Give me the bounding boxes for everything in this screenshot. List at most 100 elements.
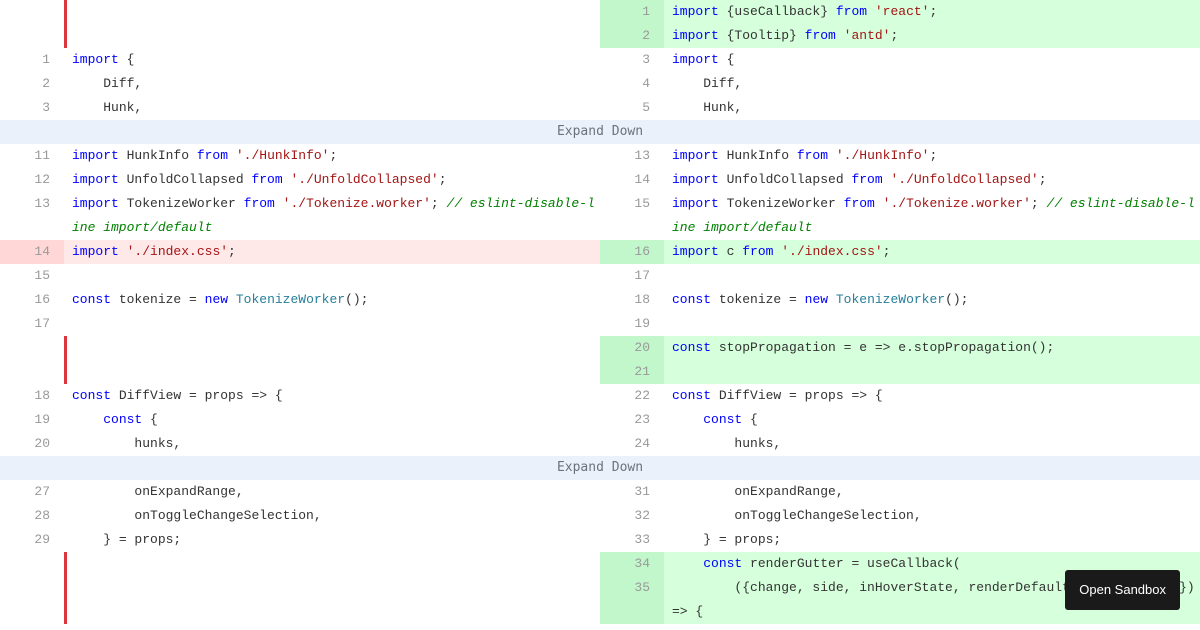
code-line[interactable]: Hunk, — [664, 96, 1200, 120]
code-line[interactable]: import UnfoldCollapsed from './UnfoldCol… — [64, 168, 600, 192]
line-number-gutter[interactable]: 4 — [600, 72, 664, 96]
line-number-gutter[interactable]: 24 — [600, 432, 664, 456]
line-number-gutter[interactable]: 20 — [0, 432, 64, 456]
code-line[interactable]: import {useCallback} from 'react'; — [664, 0, 1200, 24]
diff-row: 13import TokenizeWorker from './Tokenize… — [0, 192, 1200, 240]
line-number-gutter[interactable] — [0, 360, 64, 384]
code-line[interactable] — [64, 312, 600, 336]
new-side: 16import c from './index.css'; — [600, 240, 1200, 264]
line-number-gutter[interactable]: 17 — [0, 312, 64, 336]
code-line[interactable]: import { — [664, 48, 1200, 72]
line-number-gutter[interactable]: 17 — [600, 264, 664, 288]
new-side: 5 Hunk, — [600, 96, 1200, 120]
line-number-gutter[interactable] — [0, 24, 64, 48]
line-number-gutter[interactable]: 18 — [0, 384, 64, 408]
line-number-gutter[interactable]: 1 — [0, 48, 64, 72]
expand-down-button[interactable]: Expand Down — [0, 120, 1200, 144]
line-number-gutter[interactable]: 22 — [600, 384, 664, 408]
line-number-gutter[interactable]: 23 — [600, 408, 664, 432]
line-number-gutter[interactable]: 14 — [0, 240, 64, 264]
code-line[interactable]: const stopPropagation = e => e.stopPropa… — [664, 336, 1200, 360]
line-number-gutter[interactable] — [0, 336, 64, 360]
line-number-gutter[interactable]: 1 — [600, 0, 664, 24]
line-number-gutter[interactable]: 33 — [600, 528, 664, 552]
code-line[interactable] — [64, 24, 600, 48]
code-line[interactable]: import {Tooltip} from 'antd'; — [664, 24, 1200, 48]
code-line[interactable]: import HunkInfo from './HunkInfo'; — [664, 144, 1200, 168]
line-number-gutter[interactable]: 21 — [600, 360, 664, 384]
line-number-gutter[interactable]: 11 — [0, 144, 64, 168]
code-line[interactable]: const { — [664, 408, 1200, 432]
line-number-gutter[interactable]: 16 — [600, 240, 664, 264]
open-sandbox-button[interactable]: Open Sandbox — [1065, 570, 1180, 610]
code-line[interactable]: const { — [64, 408, 600, 432]
line-number-gutter[interactable]: 19 — [0, 408, 64, 432]
code-line[interactable]: onToggleChangeSelection, — [664, 504, 1200, 528]
code-line[interactable]: const DiffView = props => { — [664, 384, 1200, 408]
code-line[interactable]: hunks, — [64, 432, 600, 456]
line-number-gutter[interactable]: 13 — [0, 192, 64, 240]
line-number-gutter[interactable]: 13 — [600, 144, 664, 168]
code-line[interactable] — [664, 312, 1200, 336]
line-number-gutter[interactable]: 5 — [600, 96, 664, 120]
diff-row: 11import HunkInfo from './HunkInfo';13im… — [0, 144, 1200, 168]
code-line[interactable]: Hunk, — [64, 96, 600, 120]
line-number-gutter[interactable]: 12 — [0, 168, 64, 192]
line-number-gutter[interactable]: 2 — [0, 72, 64, 96]
old-side: 27 onExpandRange, — [0, 480, 600, 504]
diff-row: 29 } = props;33 } = props; — [0, 528, 1200, 552]
line-number-gutter[interactable]: 34 — [600, 552, 664, 576]
code-line[interactable]: import TokenizeWorker from './Tokenize.w… — [664, 192, 1200, 240]
line-number-gutter[interactable]: 28 — [0, 504, 64, 528]
code-line[interactable]: hunks, — [664, 432, 1200, 456]
line-number-gutter[interactable]: 18 — [600, 288, 664, 312]
line-number-gutter[interactable]: 19 — [600, 312, 664, 336]
code-line[interactable]: import TokenizeWorker from './Tokenize.w… — [64, 192, 600, 240]
line-number-gutter[interactable] — [0, 0, 64, 24]
line-number-gutter[interactable]: 3 — [600, 48, 664, 72]
line-number-gutter[interactable]: 31 — [600, 480, 664, 504]
expand-down-button[interactable]: Expand Down — [0, 456, 1200, 480]
line-number-gutter[interactable]: 14 — [600, 168, 664, 192]
code-line[interactable]: onExpandRange, — [64, 480, 600, 504]
line-number-gutter[interactable]: 15 — [0, 264, 64, 288]
code-line[interactable] — [64, 336, 600, 360]
code-line[interactable] — [64, 360, 600, 384]
code-line[interactable]: onToggleChangeSelection, — [64, 504, 600, 528]
line-number-gutter[interactable]: 32 — [600, 504, 664, 528]
code-line[interactable] — [664, 264, 1200, 288]
code-line[interactable]: import HunkInfo from './HunkInfo'; — [64, 144, 600, 168]
line-number-gutter[interactable]: 15 — [600, 192, 664, 240]
code-line[interactable]: onExpandRange, — [664, 480, 1200, 504]
code-line[interactable] — [64, 576, 600, 624]
line-number-gutter[interactable]: 2 — [600, 24, 664, 48]
code-line[interactable]: import c from './index.css'; — [664, 240, 1200, 264]
diff-row: 34 const renderGutter = useCallback( — [0, 552, 1200, 576]
code-line[interactable] — [64, 264, 600, 288]
code-line[interactable]: Diff, — [664, 72, 1200, 96]
code-line[interactable]: } = props; — [664, 528, 1200, 552]
code-line[interactable]: const tokenize = new TokenizeWorker(); — [64, 288, 600, 312]
diff-row: 2 Diff,4 Diff, — [0, 72, 1200, 96]
line-number-gutter[interactable] — [0, 576, 64, 624]
line-number-gutter[interactable]: 27 — [0, 480, 64, 504]
line-number-gutter[interactable]: 20 — [600, 336, 664, 360]
new-side: 19 — [600, 312, 1200, 336]
line-number-gutter[interactable]: 29 — [0, 528, 64, 552]
code-line[interactable] — [64, 0, 600, 24]
diff-view: 1import {useCallback} from 'react';2impo… — [0, 0, 1200, 624]
code-line[interactable]: import UnfoldCollapsed from './UnfoldCol… — [664, 168, 1200, 192]
code-line[interactable] — [664, 360, 1200, 384]
line-number-gutter[interactable]: 35 — [600, 576, 664, 624]
code-line[interactable]: Diff, — [64, 72, 600, 96]
code-line[interactable]: } = props; — [64, 528, 600, 552]
line-number-gutter[interactable] — [0, 552, 64, 576]
line-number-gutter[interactable]: 3 — [0, 96, 64, 120]
code-line[interactable]: import { — [64, 48, 600, 72]
code-line[interactable]: const DiffView = props => { — [64, 384, 600, 408]
diff-row: 18const DiffView = props => {22const Dif… — [0, 384, 1200, 408]
code-line[interactable]: const tokenize = new TokenizeWorker(); — [664, 288, 1200, 312]
line-number-gutter[interactable]: 16 — [0, 288, 64, 312]
code-line[interactable]: import './index.css'; — [64, 240, 600, 264]
code-line[interactable] — [64, 552, 600, 576]
